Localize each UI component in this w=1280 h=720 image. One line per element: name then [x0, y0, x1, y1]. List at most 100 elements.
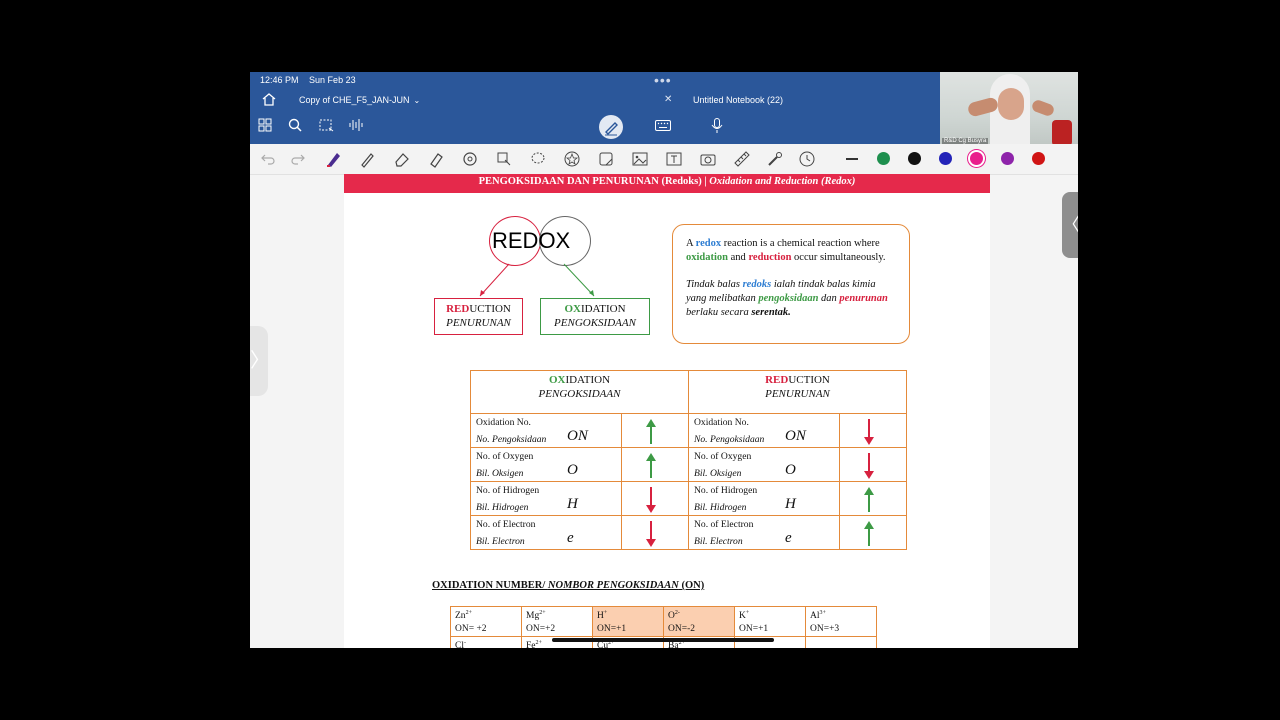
- left-panel-handle[interactable]: 〉: [250, 326, 270, 396]
- color-purple-swatch[interactable]: [1001, 152, 1014, 165]
- stroke-width-selector[interactable]: [846, 158, 858, 160]
- row-malay: Bil. Electron: [693, 536, 743, 547]
- red-label-cell: No. of Hidrogen Bil. Hidrogen H: [687, 481, 841, 516]
- laser-pointer-icon[interactable]: [766, 150, 784, 168]
- ion-symbol: Mg: [526, 611, 540, 622]
- ion-charge: 2+: [539, 610, 546, 616]
- ion-cell: Mg2+ ON=+2: [521, 605, 593, 638]
- highlighter-tool-icon[interactable]: [427, 150, 445, 168]
- cam-background-object: [1052, 120, 1072, 146]
- ox-label-cell: No. of Electron Bil. Electron e: [469, 515, 623, 550]
- text-box-icon[interactable]: [665, 150, 683, 168]
- def-reduction: reduction: [748, 252, 792, 263]
- diagram-arrows: [479, 263, 595, 297]
- ion-charge: 2-: [674, 610, 680, 616]
- def-serentak: serentak.: [751, 307, 791, 318]
- search-icon[interactable]: [288, 118, 302, 132]
- ion-on: ON= +2: [455, 624, 487, 635]
- def-text: berlaku secara: [686, 307, 752, 318]
- ion-cell: Zn2+ ON= +2: [450, 605, 522, 638]
- row-english: No. of Hidrogen: [476, 485, 540, 496]
- status-time: 12:46 PM: [260, 75, 299, 85]
- red-down-arrow-icon: [864, 419, 875, 445]
- color-red-swatch[interactable]: [1032, 152, 1045, 165]
- grid-view-icon[interactable]: [258, 118, 272, 132]
- ion-on: ON=+3: [810, 624, 840, 635]
- right-panel-handle[interactable]: 〈: [1062, 192, 1078, 258]
- home-indicator-bar[interactable]: [552, 638, 774, 642]
- favorite-star-icon[interactable]: [563, 150, 581, 168]
- ox-trend-cell: [621, 515, 689, 550]
- shape-tool-icon[interactable]: [461, 150, 479, 168]
- row-malay: No. Pengoksidaan: [476, 434, 547, 445]
- def-redoks: redoks: [742, 279, 772, 290]
- row-english: No. of Oxygen: [476, 451, 534, 462]
- ion-symbol: Ba: [668, 641, 679, 648]
- lasso-select-icon[interactable]: [318, 118, 334, 132]
- on-heading-b: NOMBOR PENGOKSIDAAN: [547, 580, 679, 591]
- close-tab-icon[interactable]: ✕: [664, 90, 672, 110]
- red-trend-cell: [839, 481, 907, 516]
- row-malay: No. Pengoksidaan: [693, 434, 765, 445]
- camera-icon[interactable]: [699, 150, 717, 168]
- ion-cell: Cl-: [450, 636, 522, 648]
- lasso-dotted-icon[interactable]: [529, 150, 547, 168]
- tab-notebook-active[interactable]: Copy of CHE_F5_JAN-JUN ⌄: [290, 90, 691, 110]
- timer-icon[interactable]: [798, 150, 816, 168]
- ion-symbol: Cu: [597, 641, 609, 648]
- color-blue-swatch[interactable]: [939, 152, 952, 165]
- ion-symbol: Al: [810, 611, 820, 622]
- table-row: No. of Electron Bil. Electron e No. of Ele…: [469, 515, 907, 550]
- on-heading-c: (ON): [678, 580, 705, 591]
- microphone-icon[interactable]: [711, 118, 723, 134]
- pen-tool-icon[interactable]: [325, 150, 343, 168]
- keyboard-icon[interactable]: [655, 120, 671, 131]
- chevron-down-icon[interactable]: ⌄: [414, 96, 421, 105]
- ion-symbol: O: [668, 611, 675, 622]
- color-green-swatch[interactable]: [877, 152, 890, 165]
- tab-notebook-other[interactable]: Untitled Notebook (22): [693, 90, 783, 110]
- reduction-red-part: RED: [446, 303, 470, 315]
- undo-icon[interactable]: [259, 150, 277, 168]
- pencil-tool-icon[interactable]: [359, 150, 377, 168]
- red-header-red: RED: [765, 374, 789, 386]
- row-english: No. of Electron: [693, 519, 754, 530]
- oxidation-header: OXIDATION PENGOKSIDAAN: [470, 370, 689, 414]
- def-oxidation: oxidation: [686, 252, 729, 263]
- sticker-icon[interactable]: [597, 150, 615, 168]
- pen-mode-button[interactable]: [599, 115, 623, 139]
- oxidation-green-part: OX: [564, 303, 581, 315]
- ruler-icon[interactable]: [733, 150, 751, 168]
- oxidation-malay: PENGOKSIDAAN: [554, 317, 636, 329]
- ox-trend-cell: [621, 447, 689, 482]
- ion-on: ON=-2: [668, 624, 695, 635]
- ox-label-cell: No. of Hidrogen Bil. Hidrogen H: [469, 481, 623, 516]
- notebook-page[interactable]: PENGOKSIDAAN DAN PENURUNAN (Redoks) | Ox…: [344, 174, 990, 648]
- image-icon[interactable]: [631, 150, 649, 168]
- def-text: occur simultaneously.: [791, 252, 886, 263]
- tab-active-label: Copy of CHE_F5_JAN-JUN: [299, 95, 410, 105]
- green-up-arrow-icon: [646, 419, 657, 444]
- audio-icon[interactable]: [348, 118, 364, 132]
- eraser-tool-icon[interactable]: [393, 150, 411, 168]
- definition-english: A redox reaction is a chemical reaction …: [686, 237, 896, 265]
- ion-charge: 2+: [535, 640, 542, 647]
- table-row: No. of Oxygen Bil. Oksigen O No. of Oxygen…: [469, 447, 907, 482]
- row-english: No. of Hidrogen: [693, 485, 758, 496]
- ion-symbol: Zn: [455, 611, 466, 622]
- redo-icon[interactable]: [289, 150, 307, 168]
- color-pink-swatch-selected[interactable]: [970, 152, 983, 165]
- color-black-swatch[interactable]: [908, 152, 921, 165]
- ion-symbol: Cl: [455, 641, 464, 648]
- row-english: Oxidation No.: [476, 417, 531, 428]
- ox-label-cell: Oxidation No. No. Pengoksidaan ON: [469, 413, 623, 448]
- ion-charge: +: [745, 610, 750, 616]
- multitask-dots-icon[interactable]: •••: [654, 72, 672, 88]
- ion-cell: [805, 636, 877, 648]
- red-down-arrow-icon: [646, 521, 657, 547]
- lasso-tool-icon[interactable]: [495, 150, 513, 168]
- home-icon[interactable]: [262, 93, 276, 106]
- row-symbol: ON: [567, 428, 588, 444]
- reduction-header: REDUCTION PENURUNAN: [687, 370, 908, 414]
- green-up-arrow-icon: [864, 487, 875, 512]
